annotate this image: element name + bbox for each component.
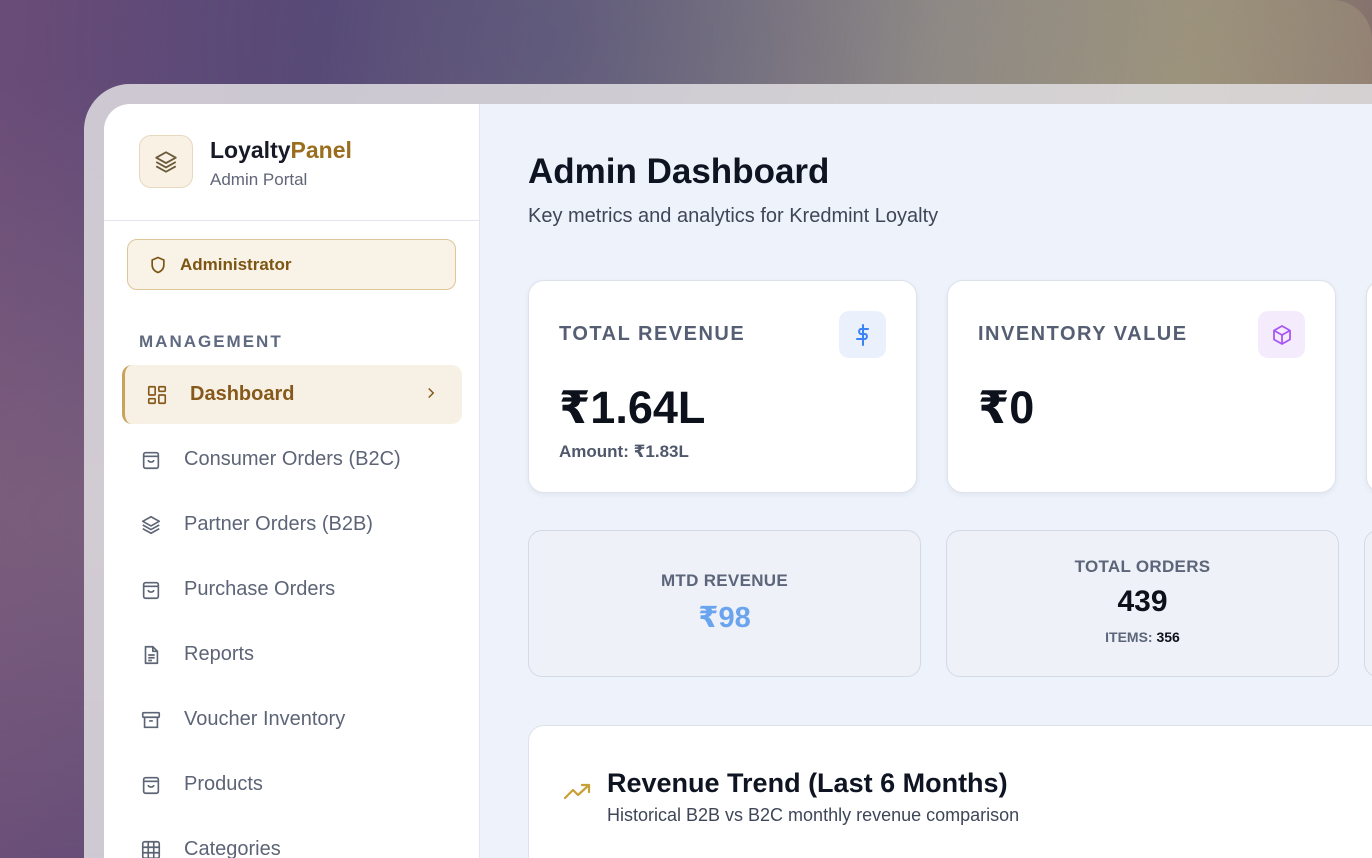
sidebar-item-label: Dashboard — [190, 383, 295, 405]
trending-up-icon — [563, 782, 593, 807]
chevron-right-icon — [422, 384, 440, 408]
trend-title: Revenue Trend (Last 6 Months) — [607, 768, 1008, 798]
mini-card-partial[interactable] — [1364, 530, 1372, 677]
sidebar-item-label: Categories — [184, 838, 281, 858]
card-value: ₹0 — [978, 382, 1035, 433]
section-label-management: MANAGEMENT — [139, 332, 283, 351]
sidebar-item-dashboard[interactable]: Dashboard — [122, 365, 462, 424]
total-orders-card[interactable]: TOTAL ORDERS 439 ITEMS: 356 — [946, 530, 1339, 677]
sidebar-item-label: Products — [184, 773, 263, 795]
archive-box-icon — [138, 707, 164, 733]
brand-subtitle: Admin Portal — [210, 170, 308, 189]
sidebar-item-purchase-orders[interactable]: Purchase Orders — [122, 560, 462, 619]
role-label: Administrator — [180, 254, 292, 274]
sidebar-item-label: Voucher Inventory — [184, 708, 346, 730]
main-content: Admin Dashboard Key metrics and analytic… — [480, 104, 1372, 858]
mini-value: 439 — [1117, 585, 1168, 618]
shopping-bag-icon — [138, 447, 164, 473]
sidebar-item-products[interactable]: Products — [122, 755, 462, 814]
brand-name[interactable]: LoyaltyPanel — [210, 137, 352, 164]
sidebar-item-partner-orders[interactable]: Partner Orders (B2B) — [122, 495, 462, 554]
brand-name-part1: Loyalty — [210, 137, 291, 163]
items-value: 356 — [1156, 629, 1180, 645]
dollar-icon — [839, 311, 886, 358]
items-count: ITEMS: 356 — [947, 629, 1338, 645]
page-subtitle: Key metrics and analytics for Kredmint L… — [528, 205, 939, 227]
card-label: INVENTORY VALUE — [978, 323, 1188, 345]
sidebar-item-label: Reports — [184, 643, 255, 665]
card-value: ₹1.64L — [559, 382, 706, 433]
card-label: TOTAL REVENUE — [559, 323, 746, 345]
sidebar-item-label: Partner Orders (B2B) — [184, 513, 373, 535]
sidebar-item-consumer-orders[interactable]: Consumer Orders (B2C) — [122, 430, 462, 489]
mini-value: ₹98 — [698, 602, 751, 634]
sidebar-item-label: Purchase Orders — [184, 578, 336, 600]
mini-label: TOTAL ORDERS — [1074, 557, 1211, 576]
metric-card-partial[interactable] — [1366, 280, 1372, 493]
sidebar-item-voucher-inventory[interactable]: Voucher Inventory — [122, 690, 462, 749]
app-window: LoyaltyPanel Admin Portal Administrator … — [104, 104, 1372, 858]
sidebar-item-label: Consumer Orders (B2C) — [184, 448, 401, 470]
shield-icon — [151, 256, 165, 273]
dashboard-grid-icon — [144, 382, 170, 408]
layers-logo-icon[interactable] — [139, 135, 193, 188]
role-badge: Administrator — [127, 239, 456, 290]
sidebar-nav: Dashboard Consumer Orders (B2C) Partner … — [104, 365, 480, 858]
sidebar-item-reports[interactable]: Reports — [122, 625, 462, 684]
mtd-revenue-card[interactable]: MTD REVENUE ₹98 — [528, 530, 921, 677]
page-title: Admin Dashboard — [528, 152, 830, 191]
shopping-bag-icon — [138, 577, 164, 603]
sidebar-item-categories[interactable]: Categories — [122, 820, 462, 858]
card-note: Amount: ₹1.83L — [559, 442, 689, 461]
total-revenue-card[interactable]: TOTAL REVENUE ₹1.64L Amount: ₹1.83L — [528, 280, 917, 493]
layers-icon — [138, 512, 164, 538]
brand-name-part2: Panel — [290, 137, 352, 163]
document-icon — [138, 642, 164, 668]
trend-subtitle: Historical B2B vs B2C monthly revenue co… — [607, 805, 1020, 825]
cube-icon — [1258, 311, 1305, 358]
mini-label: MTD REVENUE — [660, 571, 789, 590]
revenue-trend-card: Revenue Trend (Last 6 Months) Historical… — [528, 725, 1372, 858]
grid-table-icon — [138, 837, 164, 858]
sidebar: LoyaltyPanel Admin Portal Administrator … — [104, 104, 480, 858]
items-label: ITEMS: — [1105, 629, 1153, 645]
brand-header: LoyaltyPanel Admin Portal — [104, 104, 479, 221]
shopping-bag-icon — [138, 772, 164, 798]
inventory-value-card[interactable]: INVENTORY VALUE ₹0 — [947, 280, 1336, 493]
